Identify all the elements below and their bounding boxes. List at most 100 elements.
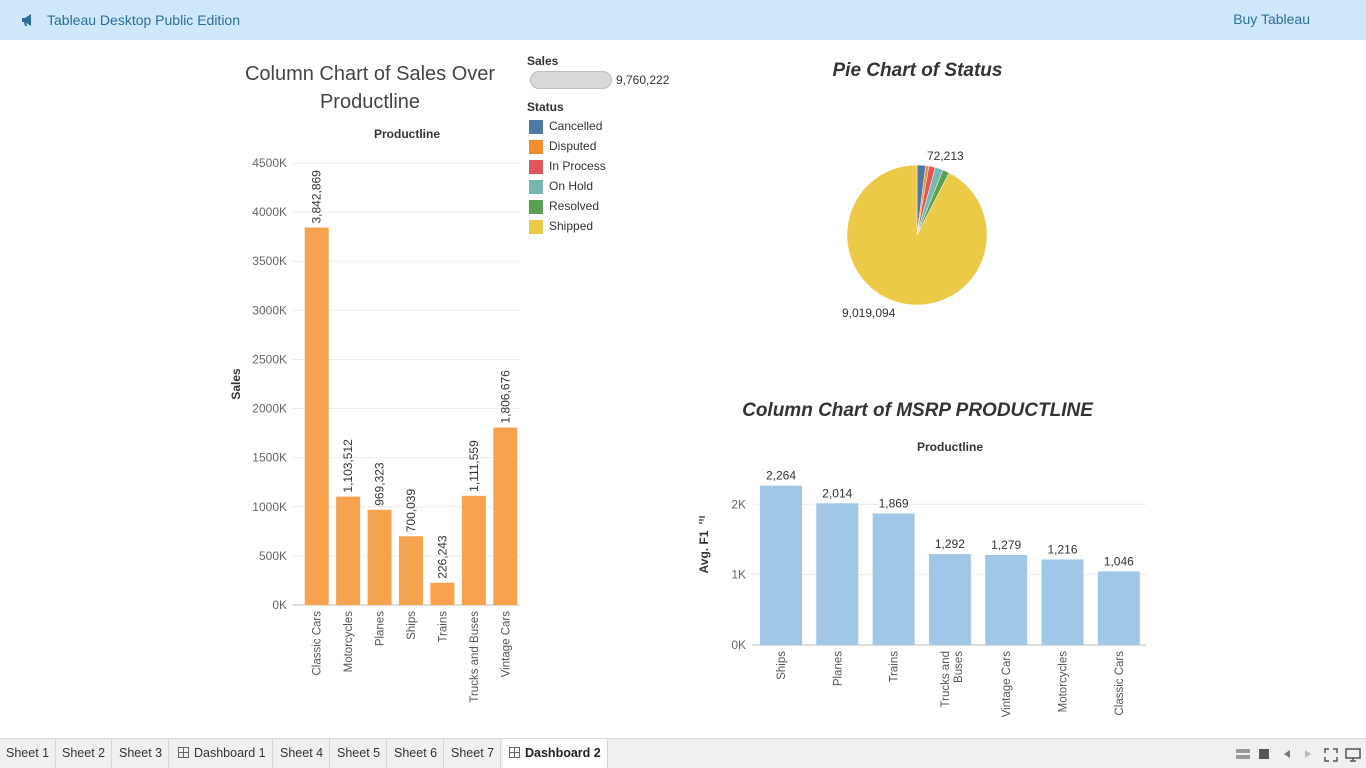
bar [760,485,802,645]
tab-label: Dashboard 1 [194,746,266,760]
bar-value-label: 700,039 [404,489,418,533]
x-tick-label: Classic Cars [1114,651,1126,716]
tab-label: Sheet 2 [62,746,106,760]
size-legend-value: 9,760,222 [616,73,670,87]
app-title: Tableau Desktop Public Edition [47,12,241,28]
legend-swatch [529,220,543,234]
legend-swatch [529,180,543,194]
bar [816,503,859,645]
x-tick-label: Trains [889,651,901,683]
bar [336,496,361,605]
legend-label: Cancelled [549,119,603,133]
tab-label: Sheet 5 [337,746,381,760]
status-legend-title: Status [527,100,564,114]
stop-icon[interactable] [1258,748,1270,760]
megaphone-icon [22,14,31,26]
y-tick-label: 3500K [252,254,287,268]
bar-value-label: 2,264 [766,469,796,483]
tab-label: Sheet 3 [119,746,163,760]
y-tick-label: 500K [259,549,287,563]
x-tick-label: Ships [776,651,788,680]
y-tick-label: 2500K [252,352,287,366]
bar-value-label: 2,014 [822,486,852,500]
size-legend-bar [530,71,612,89]
bar-value-label: 1,869 [879,496,909,510]
bar-value-label: 1,806,676 [498,370,512,424]
bar [430,582,455,605]
tab-label: Sheet 4 [280,746,324,760]
bar-value-label: 226,243 [435,535,449,579]
tab-label: Dashboard 2 [525,746,601,760]
y-tick-label: 3000K [252,303,287,317]
x-tick-label: Motorcycles [343,611,355,673]
bar [461,495,486,605]
x-tick-label: Trucks and Buses [469,611,481,703]
bar-value-label: 1,103,512 [341,439,355,493]
bar-value-label: 3,842,869 [310,170,324,224]
pie-label-bottom: 9,019,094 [842,306,896,320]
y-tick-label: 4500K [252,156,287,170]
dashboard-icon [509,747,520,758]
tab-dashboard-2[interactable]: Dashboard 2 [503,739,608,768]
x-tick-label: Vintage Cars [500,611,512,678]
tab-label: Sheet 1 [6,746,50,760]
x-tick-label: Trucks and [940,651,952,707]
bar-value-label: 1,111,559 [467,440,481,492]
tab-label: Sheet 6 [394,746,438,760]
legend-label: In Process [549,159,606,173]
present-icon[interactable] [1345,748,1361,762]
y-tick-label: 4000K [252,205,287,219]
legend-label: On Hold [549,179,594,193]
bar [1097,571,1140,645]
bar [985,554,1028,645]
sales-bar-chart: 0K 500K 1000K 1500K 2000K 2500K 3000K 3500K 4000… [229,156,520,703]
status-pie-chart: 72,213 9,019,094 [842,149,988,320]
top-bar: Tableau Desktop Public Edition Buy Table… [0,0,1366,40]
next-icon[interactable] [1303,748,1313,760]
pie-label-top: 72,213 [927,149,964,163]
tab-sheet-7[interactable]: Sheet 7 [445,739,502,768]
bar-value-label: 1,292 [935,537,965,551]
tab-sheet-3[interactable]: Sheet 3 [113,739,170,768]
dashboard-icon [178,747,189,758]
tab-sheet-6[interactable]: Sheet 6 [388,739,445,768]
legend-swatch [529,160,543,174]
tab-label: Sheet 7 [451,746,495,760]
sales-chart-title-line2: Productline [319,91,421,113]
bar [367,509,392,605]
tab-dashboard-1[interactable]: Dashboard 1 [172,739,273,768]
y-tick-label: 2K [731,497,746,511]
legend-label: Disputed [549,139,597,153]
tab-sheet-4[interactable]: Sheet 4 [274,739,331,768]
y-tick-label: 0K [272,598,287,612]
bar-value-label: 1,216 [1047,542,1077,556]
y-axis-label: Avg. F1 [697,530,711,573]
bar-value-label: 1,046 [1104,554,1134,568]
x-tick-label: Planes [832,651,844,686]
tab-sheet-5[interactable]: Sheet 5 [331,739,388,768]
x-tick-label: Vintage Cars [1001,651,1013,718]
y-tick-label: 1000K [252,500,287,514]
y-tick-label: 2000K [252,402,287,416]
pie-chart-title: Pie Chart of Status [832,60,1003,81]
x-tick-label: Buses [953,651,965,683]
fullscreen-icon[interactable] [1324,748,1338,762]
bar [928,554,971,645]
bar [399,536,423,605]
legend-swatch [529,120,543,134]
previous-icon[interactable] [1282,748,1292,760]
pie-slice-shipped [846,164,988,306]
legend-label: Resolved [549,199,600,213]
sales-chart-title-line1: Column Chart of Sales Over [244,63,496,85]
msrp-bar-chart: 0K 1K 2K Avg. F1 2,264 Ships 2,014 Planes 1,869 T… [697,469,1146,718]
tab-sheet-2[interactable]: Sheet 2 [56,739,113,768]
x-tick-label: Ships [406,611,418,640]
bar [304,227,329,605]
bar [1041,559,1084,645]
size-legend-title: Sales [527,54,559,68]
tab-sheet-1[interactable]: Sheet 1 [0,739,57,768]
x-tick-label: Planes [375,611,387,646]
filmstrip-view-icon[interactable] [1236,748,1250,760]
sheet-tabs-bar: Sheet 1 Sheet 2 Sheet 3 Dashboard 1 Sheet 4 S… [0,738,1366,768]
buy-tableau-link[interactable]: Buy Tableau [1233,11,1310,27]
